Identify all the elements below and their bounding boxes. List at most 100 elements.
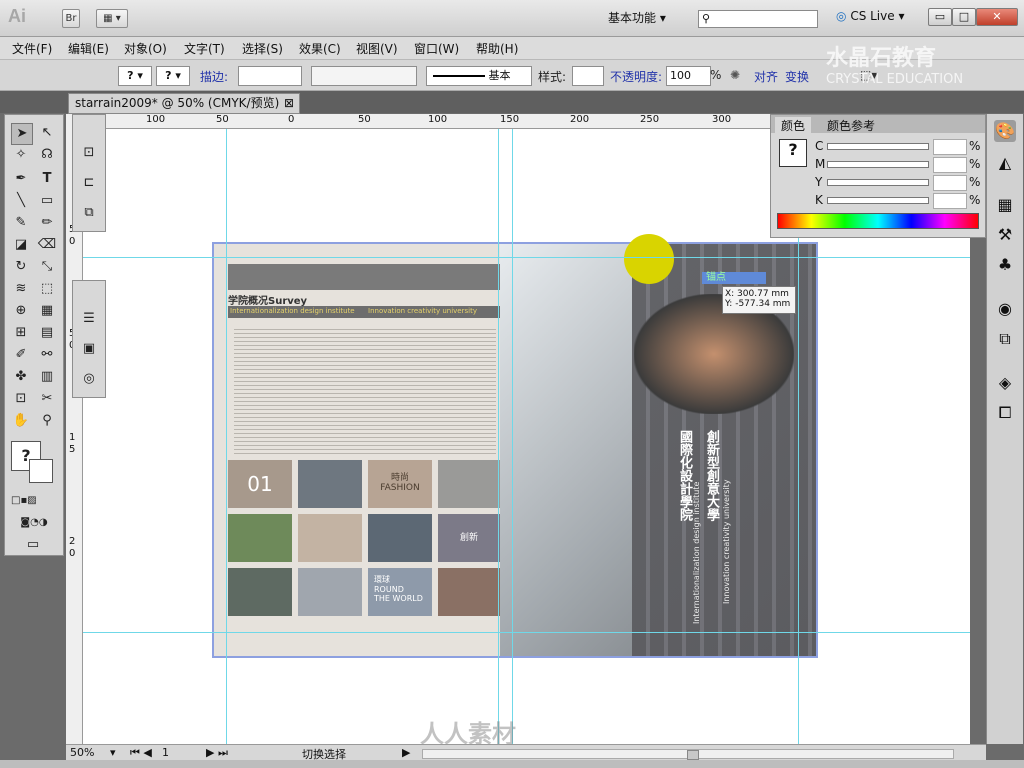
lasso-icon[interactable]: ☊ <box>37 145 57 165</box>
fill-selector[interactable]: ? ▾ <box>118 66 152 86</box>
menu-object[interactable]: 对象(O) <box>124 40 167 57</box>
type-tool-icon[interactable]: T <box>37 169 57 189</box>
stroke-color-swatch[interactable] <box>29 459 53 483</box>
arrange-documents-button[interactable]: ▦ ▾ <box>96 9 128 28</box>
graphic-styles-icon[interactable]: ⧉ <box>994 328 1016 350</box>
mesh-tool-icon[interactable]: ⊞ <box>11 323 31 343</box>
brushes-icon[interactable]: ⚒ <box>994 224 1016 246</box>
next-page-icon[interactable]: ▶ ⏭ <box>206 746 228 760</box>
value-m[interactable] <box>933 157 967 173</box>
stroke-selector[interactable]: ? ▾ <box>156 66 190 86</box>
opacity-field[interactable]: 100 <box>666 66 711 86</box>
close-button[interactable]: ✕ <box>976 8 1018 26</box>
color-fill-proxy[interactable]: ? <box>779 139 807 167</box>
pathfinder-icon[interactable]: ⧉ <box>79 203 99 223</box>
zoom-tool-icon[interactable]: ⚲ <box>37 411 57 431</box>
color-mode-icons[interactable]: □▪▨ <box>11 491 37 511</box>
perspective-grid-icon[interactable]: ▦ <box>37 301 57 321</box>
status-menu-arrow-icon[interactable]: ▶ <box>402 746 410 759</box>
graphic-style-selector[interactable] <box>572 66 604 86</box>
zoom-dropdown-icon[interactable]: ▾ <box>110 746 116 759</box>
guide-vertical-3[interactable] <box>512 114 513 744</box>
pen-tool-icon[interactable]: ✒ <box>11 169 31 189</box>
slice-tool-icon[interactable]: ✂ <box>37 389 57 409</box>
menu-window[interactable]: 窗口(W) <box>414 40 459 57</box>
transparency-panel-icon[interactable]: ◎ <box>79 369 99 389</box>
menu-select[interactable]: 选择(S) <box>242 40 283 57</box>
layers-icon[interactable]: ◈ <box>994 372 1016 394</box>
recolor-icon[interactable]: ✺ <box>730 68 740 82</box>
artboard-options-icon[interactable]: ⊡ <box>79 143 99 163</box>
guide-horizontal-bottom[interactable] <box>66 632 970 633</box>
page-number[interactable]: 1 <box>162 746 169 759</box>
hand-tool-icon[interactable]: ✋ <box>11 411 31 431</box>
appearance-icon[interactable]: ◉ <box>994 298 1016 320</box>
symbol-sprayer-icon[interactable]: ✤ <box>11 367 31 387</box>
workspace-switcher[interactable]: 基本功能 ▾ <box>608 9 684 27</box>
graph-tool-icon[interactable]: ▥ <box>37 367 57 387</box>
guide-vertical-2[interactable] <box>498 114 499 744</box>
symbols-icon[interactable]: ♣ <box>994 254 1016 276</box>
scrollbar-thumb[interactable] <box>687 750 699 760</box>
menu-type[interactable]: 文字(T) <box>184 40 225 57</box>
blob-brush-icon[interactable]: ◪ <box>11 235 31 255</box>
slider-m[interactable] <box>827 161 929 168</box>
color-spectrum[interactable] <box>777 213 979 229</box>
slider-k[interactable] <box>827 197 929 204</box>
first-page-icon[interactable]: ⏮ ◀ <box>130 746 152 760</box>
cs-live-button[interactable]: ◎ CS Live ▾ <box>836 9 904 23</box>
menu-help[interactable]: 帮助(H) <box>476 40 518 57</box>
opacity-label[interactable]: 不透明度: <box>610 68 662 85</box>
document-tab[interactable]: starrain2009* @ 50% (CMYK/预览) ⊠ <box>68 93 300 114</box>
color-guide-icon[interactable]: ◭ <box>994 152 1016 174</box>
gradient-panel-icon[interactable]: ▣ <box>79 339 99 359</box>
guide-vertical-1[interactable] <box>226 114 227 744</box>
zoom-level[interactable]: 50% <box>70 746 94 759</box>
document-tab-close-icon[interactable]: ⊠ <box>284 94 294 113</box>
value-k[interactable] <box>933 193 967 209</box>
swatches-icon[interactable]: ▦ <box>994 194 1016 216</box>
search-input[interactable]: ⚲ <box>698 10 818 28</box>
maximize-button[interactable]: □ <box>952 8 976 26</box>
scale-tool-icon[interactable]: ⤡ <box>37 257 57 277</box>
artboard-tool-icon[interactable]: ⊡ <box>11 389 31 409</box>
guide-horizontal-top[interactable] <box>66 257 970 258</box>
warp-tool-icon[interactable]: ≋ <box>11 279 31 299</box>
paintbrush-icon[interactable]: ✎ <box>11 213 31 233</box>
slider-c[interactable] <box>827 143 929 150</box>
selection-tool-icon[interactable]: ➤ <box>11 123 33 145</box>
slider-y[interactable] <box>827 179 929 186</box>
menu-view[interactable]: 视图(V) <box>356 40 398 57</box>
draw-mode-icons[interactable]: ◙◔◑ <box>11 513 57 533</box>
brush-definition[interactable]: 基本 <box>426 66 532 86</box>
rotate-tool-icon[interactable]: ↻ <box>11 257 31 277</box>
line-tool-icon[interactable]: ╲ <box>11 191 31 211</box>
magic-wand-icon[interactable]: ✧ <box>11 145 31 165</box>
rectangle-tool-icon[interactable]: ▭ <box>37 191 57 211</box>
menu-file[interactable]: 文件(F) <box>12 40 52 57</box>
eyedropper-icon[interactable]: ✐ <box>11 345 31 365</box>
menu-edit[interactable]: 编辑(E) <box>68 40 109 57</box>
stroke-weight-field[interactable] <box>238 66 302 86</box>
horizontal-scrollbar[interactable] <box>422 749 954 760</box>
stroke-panel-icon[interactable]: ☰ <box>79 309 99 329</box>
free-transform-icon[interactable]: ⬚ <box>37 279 57 299</box>
align-left-icon[interactable]: ⊏ <box>79 173 99 193</box>
bridge-button[interactable]: Br <box>62 9 80 28</box>
brochure-artboard[interactable]: 学院概况Survey Internationalization design i… <box>212 234 818 658</box>
pencil-icon[interactable]: ✏ <box>37 213 57 233</box>
minimize-button[interactable]: ▭ <box>928 8 952 26</box>
tab-color-guide[interactable]: 颜色参考 <box>827 117 875 134</box>
value-c[interactable] <box>933 139 967 155</box>
artboards-icon[interactable]: ⧠ <box>994 402 1016 424</box>
eraser-icon[interactable]: ⌫ <box>37 235 57 255</box>
tab-color[interactable]: 颜色 <box>775 117 812 134</box>
variable-width-profile[interactable] <box>311 66 417 86</box>
menu-effect[interactable]: 效果(C) <box>299 40 341 57</box>
value-y[interactable] <box>933 175 967 191</box>
screen-mode-icon[interactable]: ▭ <box>23 535 43 555</box>
gradient-tool-icon[interactable]: ▤ <box>37 323 57 343</box>
direct-selection-tool-icon[interactable]: ↖ <box>37 123 57 143</box>
blend-tool-icon[interactable]: ⚯ <box>37 345 57 365</box>
color-panel-icon[interactable]: 🎨 <box>994 120 1016 142</box>
